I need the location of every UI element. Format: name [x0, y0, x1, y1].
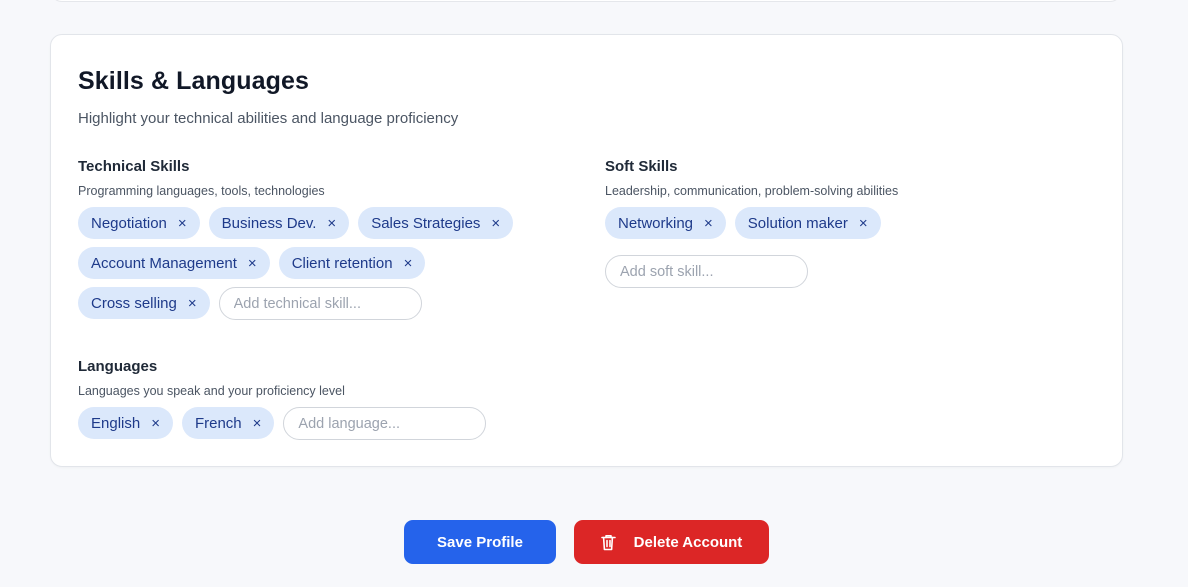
remove-chip-icon[interactable]: × — [491, 216, 500, 231]
skill-chip: Cross selling × — [78, 287, 210, 319]
chip-label: Networking — [618, 214, 694, 232]
skill-chip: Networking × — [605, 207, 726, 239]
skill-chip: Sales Strategies × — [358, 207, 514, 239]
skill-chip: Solution maker × — [734, 207, 881, 239]
remove-chip-icon[interactable]: × — [178, 216, 187, 231]
chip-label: Solution maker — [747, 214, 848, 232]
delete-account-label: Delete Account — [633, 533, 743, 551]
remove-chip-icon[interactable]: × — [248, 256, 257, 271]
language-chip: English × — [78, 407, 173, 439]
languages-label: Languages — [78, 358, 158, 375]
soft-skills-section: Soft Skills Leadership, communication, p… — [605, 158, 1085, 288]
technical-skills-chips: Negotiation × Business Dev. × Sales Strate… — [78, 207, 558, 320]
chip-label: French — [194, 414, 242, 432]
remove-chip-icon[interactable]: × — [704, 216, 713, 231]
chip-label: Cross selling — [91, 294, 177, 312]
chip-label: Business Dev. — [221, 214, 317, 232]
previous-card-edge — [50, 0, 1122, 2]
skill-chip: Client retention × — [278, 247, 426, 279]
remove-chip-icon[interactable]: × — [327, 216, 336, 231]
technical-skills-label: Technical Skills — [78, 158, 190, 175]
technical-skills-hint: Programming languages, tools, technologi… — [78, 184, 325, 198]
skills-languages-card: Skills & Languages Highlight your techni… — [50, 34, 1123, 467]
soft-skills-chips: Networking × Solution maker × — [605, 207, 1085, 288]
technical-skills-section: Technical Skills Programming languages, … — [78, 158, 558, 320]
save-profile-button[interactable]: Save Profile — [404, 520, 556, 564]
chip-label: Account Management — [91, 254, 237, 272]
soft-skills-hint: Leadership, communication, problem-solvi… — [605, 184, 899, 198]
chip-label: English — [91, 414, 141, 432]
remove-chip-icon[interactable]: × — [151, 416, 160, 431]
language-chip: French × — [181, 407, 275, 439]
card-title: Skills & Languages — [78, 67, 310, 95]
add-technical-skill-input[interactable] — [218, 287, 422, 320]
languages-section: Languages Languages you speak and your p… — [78, 358, 1078, 440]
languages-hint: Languages you speak and your proficiency… — [78, 384, 345, 398]
save-profile-label: Save Profile — [437, 533, 523, 551]
skill-chip: Business Dev. × — [208, 207, 350, 239]
chip-label: Sales Strategies — [371, 214, 481, 232]
delete-account-button[interactable]: Delete Account — [574, 520, 769, 564]
remove-chip-icon[interactable]: × — [404, 256, 413, 271]
remove-chip-icon[interactable]: × — [859, 216, 868, 231]
chip-label: Client retention — [291, 254, 393, 272]
remove-chip-icon[interactable]: × — [188, 296, 197, 311]
languages-chips: English × French × — [78, 407, 1078, 440]
add-soft-skill-input[interactable] — [605, 255, 808, 288]
add-language-input[interactable] — [283, 407, 487, 440]
skill-chip: Account Management × — [78, 247, 270, 279]
remove-chip-icon[interactable]: × — [253, 416, 262, 431]
skill-chip: Negotiation × — [78, 207, 200, 239]
trash-icon — [600, 534, 616, 551]
card-subtitle: Highlight your technical abilities and l… — [78, 110, 459, 127]
soft-skills-label: Soft Skills — [605, 158, 678, 175]
chip-label: Negotiation — [91, 214, 167, 232]
